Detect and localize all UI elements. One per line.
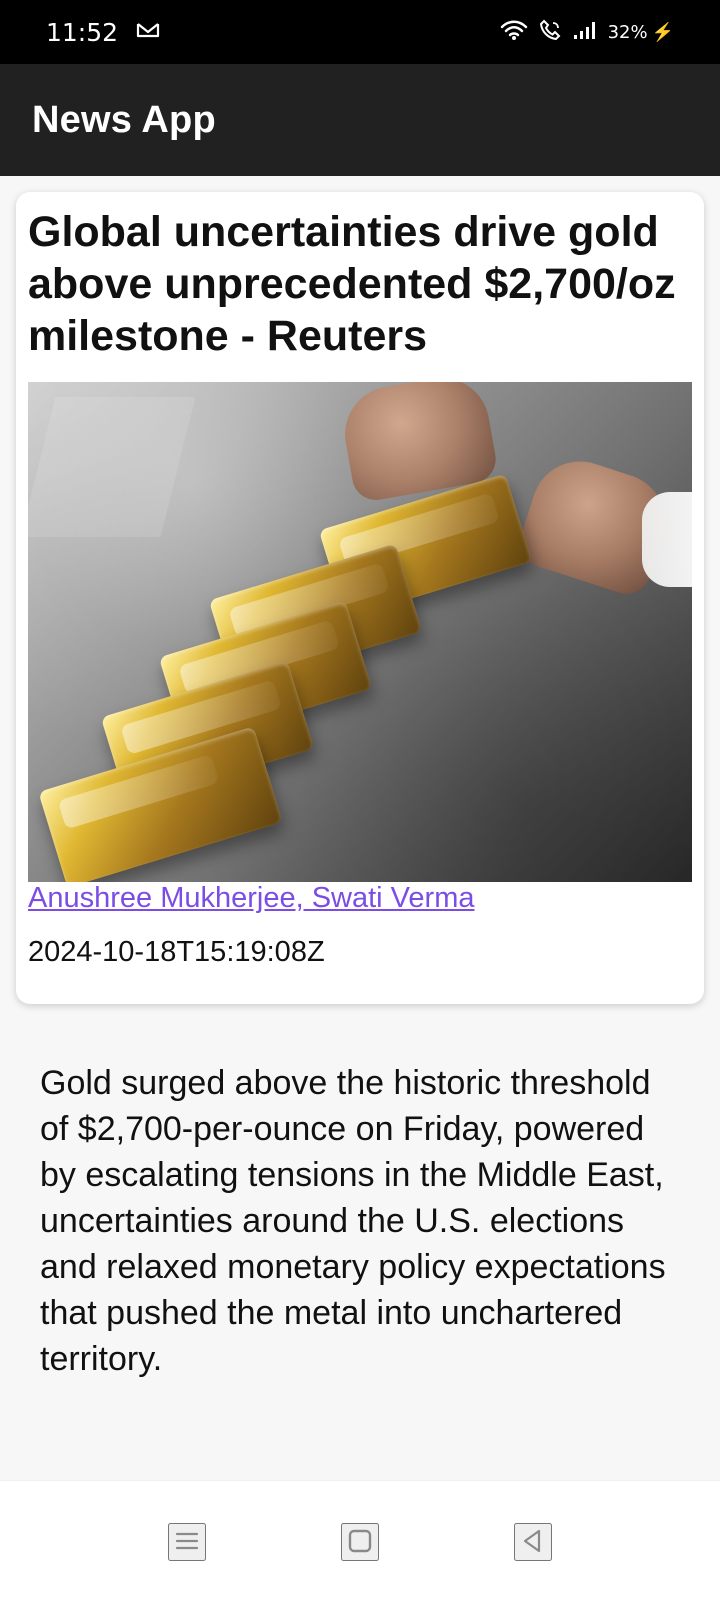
system-navigation-bar [0,1480,720,1600]
app-bar: News App [0,64,720,176]
home-button[interactable] [341,1523,379,1561]
charging-icon: ⚡ [651,21,674,42]
home-icon [346,1527,374,1558]
article-headline: Global uncertainties drive gold above un… [28,208,676,360]
article-authors-link[interactable]: Anushree Mukherjee, Swati Verma [28,882,692,915]
article-body: Gold surged above the historic threshold… [40,1064,666,1378]
app-title: News App [32,98,216,141]
status-right: 32% ⚡ [490,19,674,46]
menu-button[interactable] [168,1523,206,1561]
article-published-date: 2024-10-18T15:19:08Z [28,936,325,968]
sleeve [642,492,692,587]
gmail-icon [118,21,160,44]
menu-icon [173,1527,201,1558]
wifi-calling-icon [528,19,562,46]
article-image [28,382,692,882]
signal-icon [562,19,600,46]
article-card[interactable]: Global uncertainties drive gold above un… [16,192,704,1004]
wifi-icon [490,19,528,46]
back-icon [519,1527,547,1558]
status-time: 11:52 [46,17,119,47]
status-left: 11:52 [46,18,160,47]
status-bar: 11:52 32% ⚡ [0,0,720,64]
battery-percentage: 32% [607,21,648,43]
back-button[interactable] [514,1523,552,1561]
